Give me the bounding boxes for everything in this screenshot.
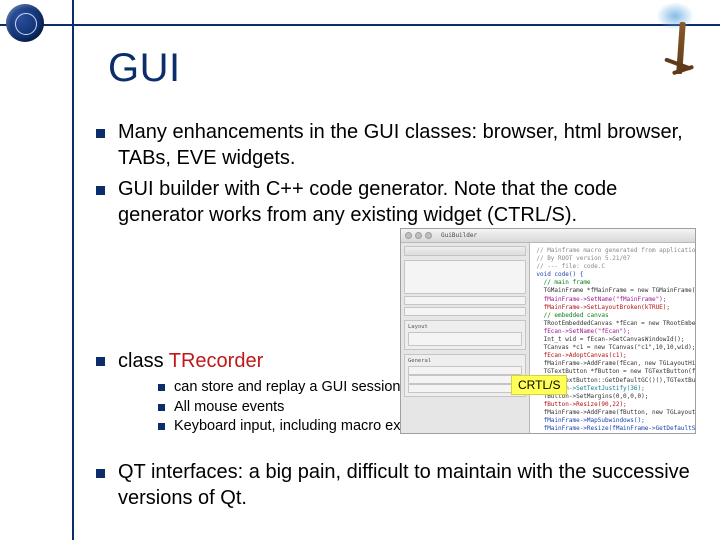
widget-row xyxy=(408,375,522,384)
code-line: // main frame xyxy=(536,279,689,287)
group-general: General xyxy=(404,354,526,397)
group-label: General xyxy=(408,358,522,364)
code-line: Int_t wid = fEcan->GetCanvasWindowId(); xyxy=(536,336,689,344)
bullet-item: QT interfaces: a big pain, difficult to … xyxy=(90,460,690,511)
code-line: fMainFrame->AddFrame(fEcan, new TGLayout… xyxy=(536,360,689,368)
code-line: TGMainFrame *fMainFrame = new TGMainFram… xyxy=(536,287,689,295)
code-pane: // Mainframe macro generated from applic… xyxy=(530,243,695,433)
widget-row xyxy=(408,366,522,375)
slide-title: GUI xyxy=(108,46,181,91)
code-line: // By ROOT version 5.21/07 xyxy=(536,255,689,263)
group-label: Layout xyxy=(408,324,522,330)
class-keyword: class xyxy=(118,350,169,372)
code-line: // embedded canvas xyxy=(536,312,689,320)
code-line: fMainFrame->Resize(fMainFrame->GetDefaul… xyxy=(536,425,689,433)
bullet-item: GUI builder with C++ code generator. Not… xyxy=(90,177,690,228)
bullet-list: Many enhancements in the GUI classes: br… xyxy=(90,120,690,234)
code-line: fMainFrame->SetName("fMainFrame"); xyxy=(536,296,689,304)
code-line: TCanvas *c1 = new TCanvas("c1",10,10,wid… xyxy=(536,344,689,352)
window-title: GuiBuilder xyxy=(441,232,477,239)
embedded-screenshot: GuiBuilder Layout General // Mainf xyxy=(400,228,696,434)
class-name: TRecorder xyxy=(169,350,263,372)
logo-right-tree xyxy=(642,2,702,78)
widget-row xyxy=(404,296,526,305)
traffic-light-icon xyxy=(405,232,412,239)
widget-row xyxy=(408,332,522,346)
traffic-light-icon xyxy=(415,232,422,239)
window-titlebar: GuiBuilder xyxy=(401,229,695,243)
bullet-item: Many enhancements in the GUI classes: br… xyxy=(90,120,690,171)
code-line: fEcan->SetName("fEcan"); xyxy=(536,328,689,336)
toolbar xyxy=(404,246,526,256)
code-line: // --- file: code.C xyxy=(536,263,689,271)
decor-line-top xyxy=(0,24,720,26)
group-layout: Layout xyxy=(404,320,526,350)
logo-left-badge xyxy=(6,4,44,42)
code-line: TRootEmbeddedCanvas *fEcan = new TRootEm… xyxy=(536,320,689,328)
code-line: fMainFrame->AddFrame(fButton, new TGLayo… xyxy=(536,409,689,417)
traffic-light-icon xyxy=(425,232,432,239)
code-line: fMainFrame->SetLayoutBroken(kTRUE); xyxy=(536,304,689,312)
slide: GUI Many enhancements in the GUI classes… xyxy=(0,0,720,540)
widget-row xyxy=(408,384,522,393)
bullet-list: QT interfaces: a big pain, difficult to … xyxy=(90,460,690,511)
code-line: void code() { xyxy=(536,271,689,279)
code-line: fEcan->AdoptCanvas(c1); xyxy=(536,352,689,360)
decor-line-left xyxy=(72,0,74,540)
code-line: fMainFrame->MapSubwindows(); xyxy=(536,417,689,425)
code-line: fButton->Resize(90,22); xyxy=(536,401,689,409)
widget-row xyxy=(404,307,526,316)
builder-left-panel: Layout General xyxy=(401,243,530,433)
canvas-preview xyxy=(404,260,526,294)
shortcut-badge: CRTL/S xyxy=(511,375,567,395)
code-line: // Mainframe macro generated from applic… xyxy=(536,247,689,255)
